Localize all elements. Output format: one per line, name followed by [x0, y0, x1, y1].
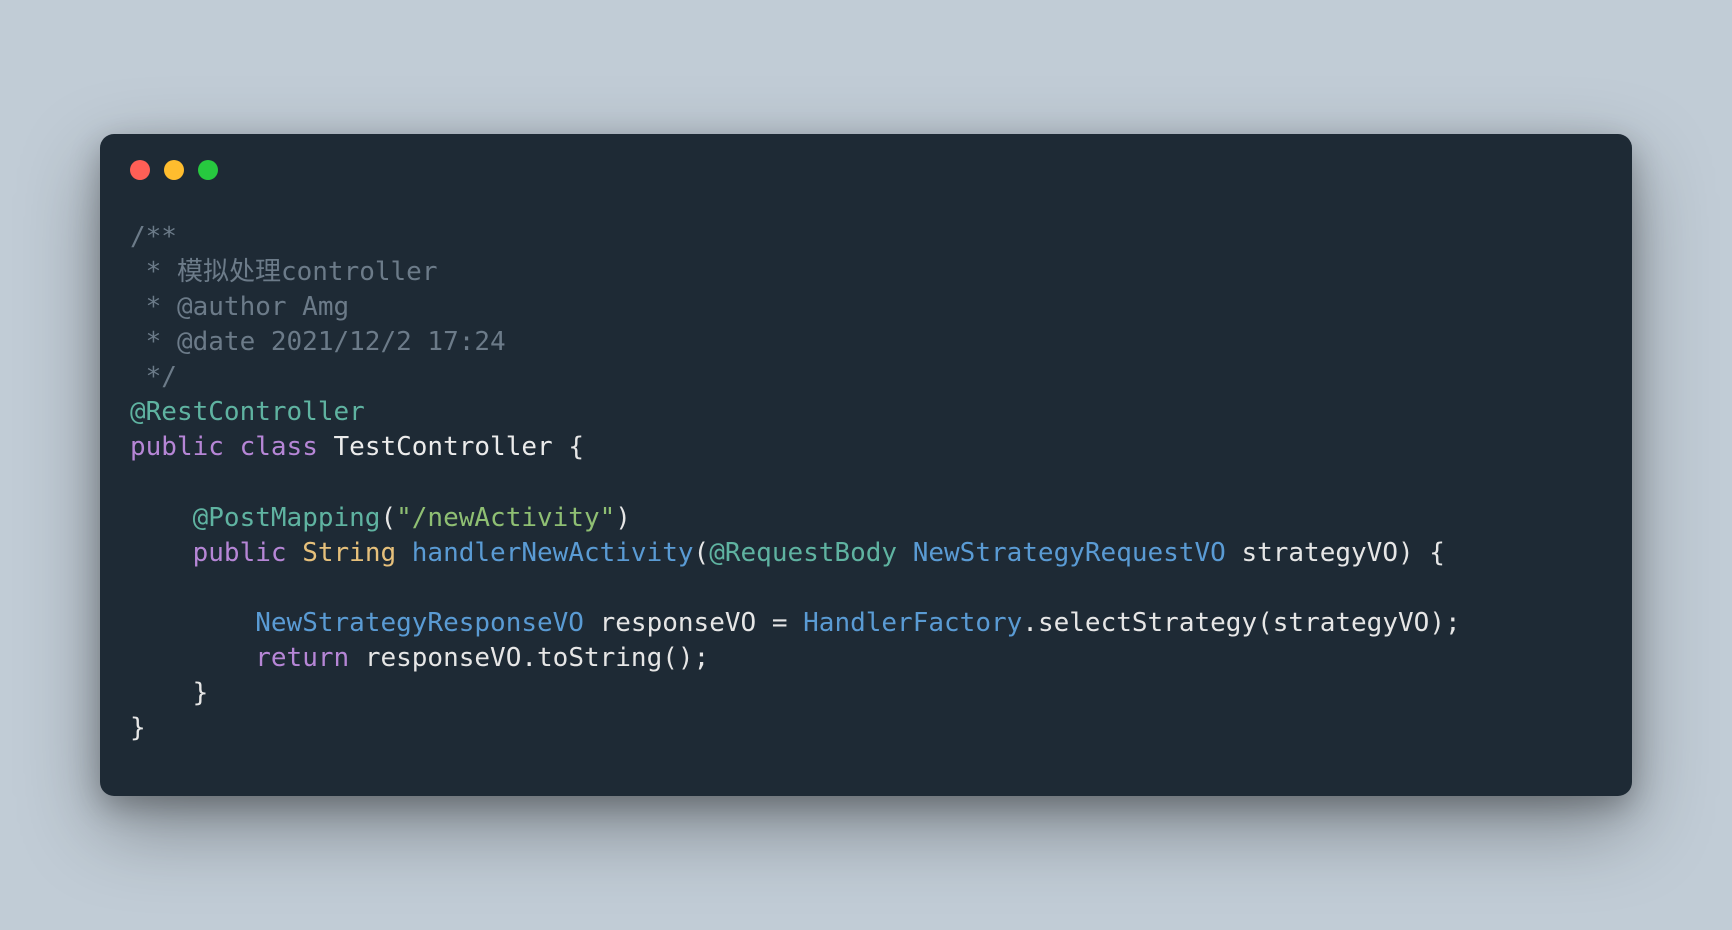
comment-line: */ — [130, 362, 177, 392]
comment-line: * 模拟处理controller — [130, 257, 438, 287]
keyword-public: public — [193, 538, 287, 568]
method-call: selectStrategy — [1038, 608, 1257, 638]
paren: ( — [694, 538, 710, 568]
equals: = — [756, 608, 803, 638]
indent — [130, 608, 255, 638]
dot: . — [521, 643, 537, 673]
space — [349, 643, 365, 673]
minimize-icon[interactable] — [164, 160, 184, 180]
variable: responseVO — [600, 608, 757, 638]
brace: { — [1414, 538, 1445, 568]
keyword-return: return — [255, 643, 349, 673]
brace-close: } — [130, 713, 146, 743]
paren: ( — [1257, 608, 1273, 638]
comment-line: * @author Amg — [130, 292, 349, 322]
method-call: toString — [537, 643, 662, 673]
annotation-requestbody: @RequestBody — [709, 538, 897, 568]
param-type: NewStrategyRequestVO — [913, 538, 1226, 568]
keyword-public: public — [130, 432, 224, 462]
comment-line: * @date 2021/12/2 17:24 — [130, 327, 506, 357]
indent — [130, 643, 255, 673]
brace-close: } — [130, 678, 208, 708]
dot: . — [1022, 608, 1038, 638]
class-ref: HandlerFactory — [803, 608, 1022, 638]
semicolon: ; — [694, 643, 710, 673]
string-literal: "/newActivity" — [396, 503, 615, 533]
keyword-class: class — [240, 432, 318, 462]
brace: { — [553, 432, 584, 462]
code-block: /** * 模拟处理controller * @author Amg * @da… — [100, 190, 1632, 746]
method-name: handlerNewActivity — [412, 538, 694, 568]
argument: strategyVO — [1273, 608, 1430, 638]
comment-line: /** — [130, 222, 177, 252]
semicolon: ; — [1445, 608, 1461, 638]
indent — [130, 538, 193, 568]
annotation-postmapping: @PostMapping — [193, 503, 381, 533]
parens: () — [662, 643, 693, 673]
type-ref: NewStrategyResponseVO — [255, 608, 584, 638]
param-name: strategyVO — [1241, 538, 1398, 568]
class-name: TestController — [334, 432, 553, 462]
type-string: String — [302, 538, 396, 568]
paren: ) — [1398, 538, 1414, 568]
paren: ) — [1429, 608, 1445, 638]
variable: responseVO — [365, 643, 522, 673]
code-window: /** * 模拟处理controller * @author Amg * @da… — [100, 134, 1632, 796]
close-icon[interactable] — [130, 160, 150, 180]
indent — [130, 503, 193, 533]
paren: ) — [615, 503, 631, 533]
paren: ( — [380, 503, 396, 533]
window-titlebar — [100, 134, 1632, 190]
annotation-restcontroller: @RestController — [130, 397, 365, 427]
maximize-icon[interactable] — [198, 160, 218, 180]
